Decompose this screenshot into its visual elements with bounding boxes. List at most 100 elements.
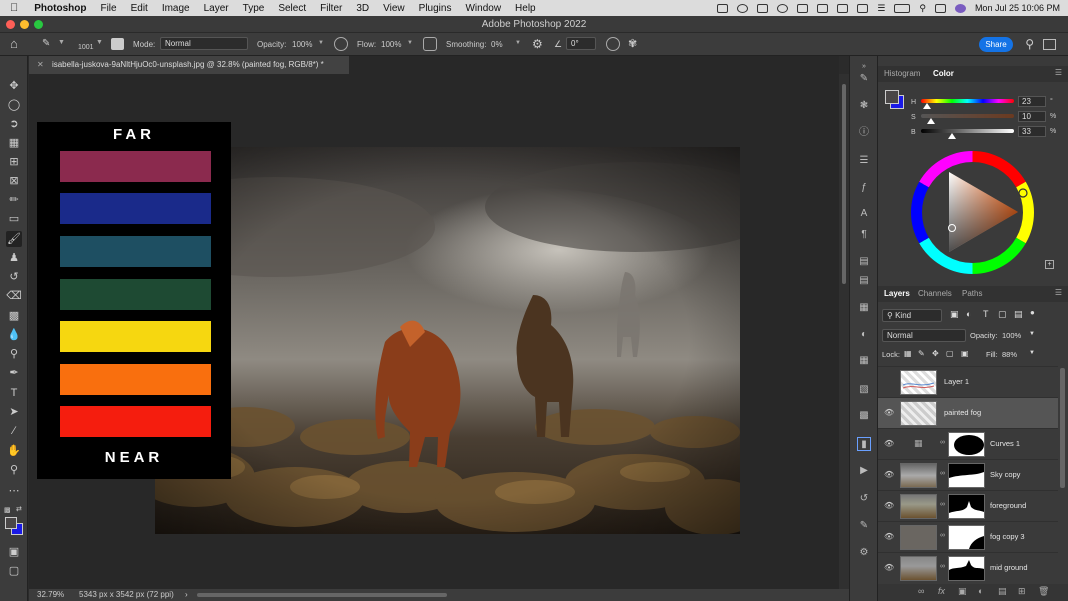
- menu-3d[interactable]: 3D: [356, 3, 369, 14]
- symmetry-butterfly-icon[interactable]: ✾: [628, 37, 637, 50]
- brush-angle-input[interactable]: 0°: [566, 37, 596, 50]
- mask-link-icon[interactable]: ∞: [940, 563, 945, 570]
- link-layers-icon[interactable]: ∞: [918, 586, 924, 596]
- fx-styles-icon[interactable]: ƒ: [857, 181, 871, 195]
- tab-paths[interactable]: Paths: [962, 286, 982, 302]
- minimize-window-button[interactable]: [20, 20, 29, 29]
- hue-slider-handle[interactable]: [923, 103, 931, 109]
- home-icon[interactable]: ⌂: [10, 37, 26, 51]
- add-mask-icon[interactable]: ▣: [958, 586, 967, 597]
- color-panel-menu-icon[interactable]: ☰: [1055, 68, 1062, 77]
- layer-filter-kind-select[interactable]: ⚲ Kind: [882, 309, 942, 322]
- layer-mask-thumbnail[interactable]: [948, 556, 985, 581]
- lock-image-icon[interactable]: ✎: [918, 349, 925, 358]
- flow-value[interactable]: 100%: [381, 40, 401, 49]
- filter-adjustment-icon[interactable]: ◐: [966, 309, 971, 319]
- clone-stamp-tool-icon[interactable]: ♟: [6, 250, 22, 266]
- mask-link-icon[interactable]: ∞: [940, 532, 945, 539]
- vertical-scrollbar[interactable]: [839, 74, 849, 589]
- menu-help[interactable]: Help: [515, 3, 536, 14]
- mask-link-icon[interactable]: ∞: [940, 501, 945, 508]
- brush-settings-panel-icon[interactable]: [111, 38, 124, 50]
- gradients-panel-icon[interactable]: ▩: [857, 409, 871, 423]
- filter-type-icon[interactable]: T: [983, 309, 989, 319]
- patterns-panel-icon[interactable]: ▧: [857, 383, 871, 397]
- quick-mask-icon[interactable]: ▣: [6, 544, 22, 560]
- menu-plugins[interactable]: Plugins: [419, 3, 452, 14]
- brush-tool-preset-icon[interactable]: ✎: [42, 38, 50, 49]
- layer-row-layer-1[interactable]: Layer 1: [878, 366, 1058, 397]
- filter-toggle-icon[interactable]: ●: [1030, 308, 1035, 317]
- pen-tool-icon[interactable]: ✒: [6, 365, 22, 381]
- new-layer-icon[interactable]: ⊞: [1018, 586, 1026, 597]
- layer-row-fog-copy-3[interactable]: 👁 ∞ fog copy 3: [878, 521, 1058, 552]
- brush-picker-chevron-icon[interactable]: ▼: [96, 39, 103, 46]
- visibility-eye-icon[interactable]: 👁: [884, 532, 894, 541]
- zoom-tool-icon[interactable]: ⚲: [6, 462, 22, 478]
- menu-window[interactable]: Window: [465, 3, 501, 14]
- mask-link-icon[interactable]: ∞: [940, 470, 945, 477]
- menu-file[interactable]: File: [100, 3, 116, 14]
- bluetooth-icon[interactable]: [857, 3, 869, 13]
- brightness-slider-handle[interactable]: [948, 133, 956, 139]
- share-button[interactable]: Share: [979, 37, 1013, 52]
- eyedropper-tool-icon[interactable]: ✏: [6, 192, 22, 208]
- smoothing-value[interactable]: 0%: [491, 40, 503, 49]
- mode-select[interactable]: Normal: [160, 37, 248, 50]
- fill-value[interactable]: 88%: [1002, 350, 1017, 359]
- airplay-icon[interactable]: [837, 3, 849, 13]
- brush-tool-icon[interactable]: 🖌: [6, 231, 22, 247]
- creative-cloud-icon[interactable]: [737, 3, 749, 13]
- eraser-tool-icon[interactable]: ⌫: [6, 288, 22, 304]
- document-tab[interactable]: ✕ isabella-juskova-9aNltHjuOc0-unsplash.…: [29, 56, 349, 74]
- airbrush-icon[interactable]: [423, 37, 437, 51]
- lock-transparent-icon[interactable]: ▦: [904, 349, 912, 358]
- new-group-folder-icon[interactable]: ▤: [998, 586, 1007, 597]
- hue-slider[interactable]: [921, 99, 1014, 103]
- opacity-value[interactable]: 100%: [292, 40, 312, 49]
- lock-all-icon[interactable]: ▣: [961, 349, 969, 358]
- layer-name[interactable]: Curves 1: [990, 439, 1020, 448]
- visibility-eye-icon[interactable]: 👁: [884, 408, 894, 417]
- screen-mode-icon[interactable]: ▢: [6, 563, 22, 579]
- menu-filter[interactable]: Filter: [320, 3, 342, 14]
- menu-app-name[interactable]: Photoshop: [34, 3, 86, 14]
- smoothing-options-gear-icon[interactable]: ⚙: [532, 37, 543, 51]
- wifi-icon[interactable]: ☰: [877, 3, 885, 14]
- layer-name[interactable]: Sky copy: [990, 470, 1020, 479]
- frame-tool-icon[interactable]: ⊠: [6, 173, 22, 189]
- lasso-tool-icon[interactable]: ➲: [6, 116, 22, 132]
- horizontal-scrollbar[interactable]: [197, 593, 447, 597]
- crop-tool-icon[interactable]: ⊞: [6, 154, 22, 170]
- add-layer-style-fx-icon[interactable]: fx: [938, 586, 945, 596]
- brushes-panel-icon[interactable]: ✎: [857, 519, 871, 533]
- siri-icon[interactable]: [954, 3, 966, 13]
- channels-panel-icon[interactable]: ▮: [857, 437, 871, 451]
- visibility-eye-icon[interactable]: 👁: [884, 439, 894, 448]
- menu-type[interactable]: Type: [243, 3, 265, 14]
- opacity-chevron-icon[interactable]: ▼: [318, 40, 324, 46]
- history-brush-tool-icon[interactable]: ↺: [6, 269, 22, 285]
- menu-view[interactable]: View: [383, 3, 405, 14]
- hue-value[interactable]: 23: [1018, 96, 1046, 107]
- menu-edit[interactable]: Edit: [131, 3, 148, 14]
- color-wheel-panel-icon[interactable]: ◐: [857, 328, 871, 342]
- lock-position-icon[interactable]: ✥: [932, 349, 939, 358]
- layer-name[interactable]: painted fog: [944, 408, 981, 417]
- pressure-size-icon[interactable]: [606, 37, 620, 51]
- properties-icon[interactable]: ▦: [857, 301, 871, 315]
- control-center-icon[interactable]: [934, 3, 946, 13]
- layer-name[interactable]: foreground: [990, 501, 1026, 510]
- brightness-slider[interactable]: [921, 129, 1014, 133]
- dodge-tool-icon[interactable]: ⚲: [6, 346, 22, 362]
- battery-icon[interactable]: [894, 3, 911, 13]
- marquee-tool-icon[interactable]: ◯: [6, 97, 22, 113]
- object-selection-tool-icon[interactable]: ▦: [6, 135, 22, 151]
- search-icon[interactable]: ⚲: [1025, 37, 1034, 51]
- tab-channels[interactable]: Channels: [918, 286, 952, 302]
- flow-chevron-icon[interactable]: ▼: [407, 40, 413, 46]
- layer-mask-thumbnail[interactable]: [948, 432, 985, 457]
- history-panel-icon[interactable]: ↺: [857, 492, 871, 506]
- mask-link-icon[interactable]: ∞: [940, 439, 945, 446]
- layer-name[interactable]: fog copy 3: [990, 532, 1025, 541]
